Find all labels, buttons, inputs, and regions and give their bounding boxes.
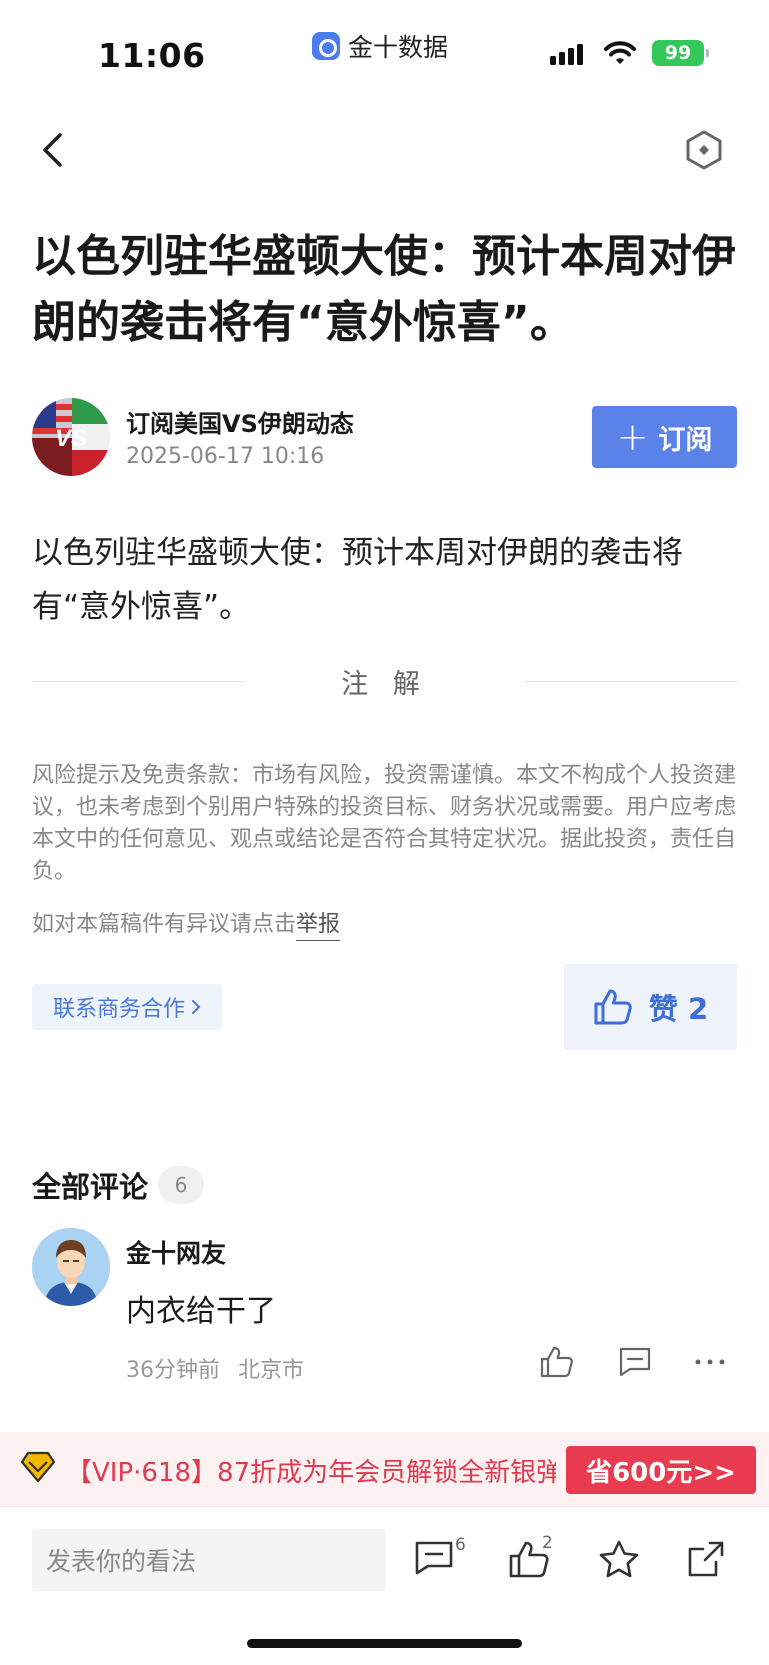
bottom-action-bar: 发表你的看法 6 2 xyxy=(0,1506,769,1665)
article-like-button[interactable]: 赞 2 xyxy=(564,964,737,1050)
more-options-icon[interactable] xyxy=(694,1346,726,1378)
promo-cta-button[interactable]: 省600元>> xyxy=(566,1446,756,1494)
article-like-label: 赞 2 xyxy=(648,992,709,1026)
business-label: 联系商务合作 xyxy=(52,997,185,1022)
comment-meta: 36分钟前 北京市 xyxy=(126,1352,304,1384)
author-avatar[interactable]: VS xyxy=(32,398,110,476)
default-user-avatar-icon xyxy=(32,1228,110,1306)
comment-username[interactable]: 金十网友 xyxy=(126,1234,226,1270)
comment-reply-icon[interactable] xyxy=(618,1346,652,1378)
comment-time: 36分钟前 xyxy=(126,1358,220,1383)
author-name[interactable]: 订阅美国VS伊朗动态 xyxy=(126,404,354,439)
plus-icon: + xyxy=(616,415,649,459)
app-name: 金十数据 xyxy=(348,33,449,62)
author-avatar-image: VS xyxy=(32,398,110,476)
article-body: 以色列驻华盛顿大使：预计本周对伊朗的袭击将有“意外惊喜”。 xyxy=(32,535,683,625)
commenter-avatar[interactable] xyxy=(32,1228,110,1306)
status-bar: 11:06 金十数据 99 xyxy=(0,0,769,100)
publish-date: 2025-06-17 10:16 xyxy=(126,444,325,469)
back-button[interactable] xyxy=(32,128,72,172)
chevron-left-icon xyxy=(43,133,62,167)
star-favorite-icon[interactable] xyxy=(598,1539,640,1579)
status-time: 11:06 xyxy=(98,36,206,75)
comments-header: 全部评论 6 xyxy=(32,1164,205,1206)
hexagon-share-icon[interactable] xyxy=(682,128,726,172)
note-divider: 注 解 xyxy=(32,662,737,702)
promo-text: 【VIP·618】87折成为年会员解锁全新银弹 xyxy=(66,1458,556,1488)
battery-level: 99 xyxy=(664,42,692,64)
wifi-icon xyxy=(604,41,636,64)
report-link[interactable]: 举报 xyxy=(296,912,341,941)
comments-count-badge: 6 xyxy=(158,1166,205,1204)
comment-like-icon[interactable] xyxy=(540,1346,574,1378)
risk-disclaimer: 风险提示及免责条款：市场有风险，投资需谨慎。本文不构成个人投资建议，也未考虑到个… xyxy=(32,763,737,884)
vip-promo-banner[interactable]: 【VIP·618】87折成为年会员解锁全新银弹 省600元>> xyxy=(0,1432,769,1506)
comment-location: 北京市 xyxy=(238,1358,305,1383)
app-indicator[interactable]: 金十数据 xyxy=(312,28,448,64)
thumbs-up-icon xyxy=(594,989,632,1025)
share-icon[interactable] xyxy=(686,1539,726,1579)
comments-title: 全部评论 xyxy=(32,1170,149,1204)
vip-diamond-icon xyxy=(20,1451,56,1483)
home-indicator[interactable] xyxy=(247,1639,522,1648)
app-badge-icon xyxy=(312,32,340,60)
battery-charging-icon: 99 xyxy=(652,40,709,66)
business-contact-button[interactable]: 联系商务合作 xyxy=(32,984,222,1030)
cellular-signal-icon xyxy=(550,44,583,65)
report-prefix: 如对本篇稿件有异议请点击 xyxy=(32,912,297,937)
divider-line-right xyxy=(525,681,737,682)
like-count-badge: 2 xyxy=(542,1533,553,1553)
subscribe-button[interactable]: + 订阅 xyxy=(592,406,737,468)
comment-count-badge: 6 xyxy=(455,1535,466,1555)
avatar-text: VS xyxy=(55,425,87,452)
subscribe-label: 订阅 xyxy=(658,424,713,456)
chevron-right-icon xyxy=(192,1000,201,1014)
report-line: 如对本篇稿件有异议请点击举报 xyxy=(32,906,341,941)
article-title: 以色列驻华盛顿大使：预计本周对伊朗的袭击将有“意外惊喜”。 xyxy=(32,231,736,348)
comment-icon[interactable] xyxy=(414,1539,454,1577)
comment-input[interactable]: 发表你的看法 xyxy=(32,1529,386,1591)
comment-text: 内衣给干了 xyxy=(126,1294,276,1329)
